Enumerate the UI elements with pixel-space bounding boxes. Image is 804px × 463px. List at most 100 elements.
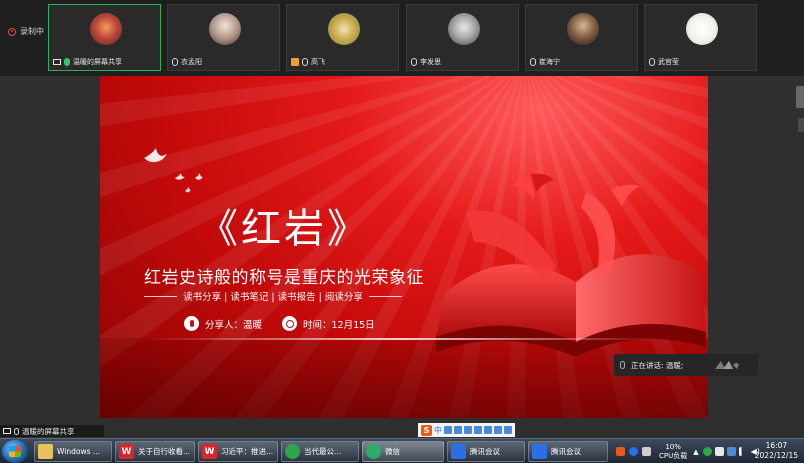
presenter-info: 分享人：温暖: [184, 316, 262, 331]
participant-tile[interactable]: 崔海宁: [525, 4, 638, 71]
slide-tags-text: 读书分享 | 读书笔记 | 读书报告 | 阅读分享: [183, 292, 363, 303]
mic-icon: [14, 427, 19, 435]
slide-tags: 读书分享 | 读书笔记 | 读书报告 | 阅读分享: [144, 289, 403, 303]
avatar: [209, 13, 241, 45]
clock-date: 2022/12/15: [754, 451, 798, 460]
mic-icon: [530, 58, 536, 66]
taskbar-item-browser[interactable]: 当代最公...: [281, 441, 359, 462]
slide-title: 《红岩》: [198, 206, 370, 252]
mic-icon: [620, 361, 625, 369]
camera-off-icon: [291, 58, 299, 66]
folder-icon: [38, 444, 53, 459]
microphone-icon: [184, 316, 199, 331]
divider: [144, 295, 178, 297]
taskbar-item-wps[interactable]: W 关于自行收看...: [115, 441, 195, 462]
speaking-indicator: 正在讲话: 温暖;: [614, 354, 758, 376]
screen-share-icon: [3, 428, 11, 434]
help-icon[interactable]: [629, 447, 638, 456]
avatar: [686, 13, 718, 45]
clock[interactable]: 16:07 2022/12/15: [755, 441, 798, 461]
sogou-tray-icon[interactable]: [616, 447, 625, 456]
signal-icon[interactable]: [738, 447, 748, 456]
screen-share-label: 温暖的屏幕共享: [22, 426, 75, 436]
mic-on-icon: [64, 58, 70, 66]
clock-icon: [282, 316, 297, 331]
app-tray-icon[interactable]: [702, 447, 712, 456]
emoji-icon[interactable]: [454, 426, 462, 434]
participant-name: 崔海宁: [539, 58, 560, 66]
chevron-left-icon[interactable]: [642, 447, 651, 456]
taskbar-item-label: 关于自行收看...: [138, 447, 191, 456]
taskbar-item-wechat[interactable]: 微信: [362, 441, 444, 462]
cpu-meter[interactable]: 10% CPU负载: [659, 443, 687, 461]
divider: [368, 295, 403, 297]
taskbar-item-explorer[interactable]: Windows ...: [34, 441, 112, 462]
mic-icon: [302, 58, 308, 66]
participant-tile[interactable]: 衣孟阳: [167, 4, 280, 71]
participant-strip: 录制中 温暖的屏幕共享 衣孟阳 高飞 李发思 崔海宁 武官莹: [0, 0, 804, 76]
recording-label: 录制中: [20, 27, 44, 36]
taskbar-item-label: 腾讯会议: [551, 447, 581, 456]
taskbar-item-label: 微信: [385, 447, 400, 456]
ime-toolbar[interactable]: S 中: [418, 423, 515, 437]
punctuation-icon[interactable]: [444, 426, 452, 434]
speaking-text: 正在讲话: 温暖;: [631, 360, 684, 370]
dove-icon: [144, 148, 167, 163]
keyboard-icon[interactable]: [474, 426, 482, 434]
ime-mode[interactable]: 中: [434, 425, 442, 436]
avatar: [328, 13, 360, 45]
grid-icon[interactable]: [504, 426, 512, 434]
speaking-wave-icon: [715, 361, 740, 369]
taskbar-item-label: 习近平：推进...: [221, 447, 274, 456]
avatar: [567, 13, 599, 45]
chevron-up-icon[interactable]: ▲: [693, 448, 698, 456]
mic-icon: [172, 58, 178, 66]
recording-indicator[interactable]: 录制中: [8, 26, 44, 37]
open-book-illustration: [436, 172, 706, 357]
dove-icon: [185, 187, 191, 193]
mic-icon: [649, 58, 655, 66]
screen-share-badge[interactable]: 温暖的屏幕共享: [0, 425, 104, 437]
side-panel-handle[interactable]: [798, 118, 804, 132]
avatar: [448, 13, 480, 45]
start-button[interactable]: [2, 440, 28, 463]
participant-tile[interactable]: 李发思: [406, 4, 519, 71]
wps-icon: W: [202, 444, 217, 459]
screen: 录制中 温暖的屏幕共享 衣孟阳 高飞 李发思 崔海宁 武官莹 《红岩》 红岩史诗…: [0, 0, 804, 463]
participant-tile[interactable]: 武官莹: [644, 4, 757, 71]
record-icon: [8, 27, 16, 36]
cpu-value: 10%: [665, 442, 681, 451]
participant-name: 李发思: [420, 58, 441, 66]
clock-time: 16:07: [765, 441, 788, 450]
participant-name: 温暖的屏幕共享: [73, 58, 122, 66]
taskbar-item-label: Windows ...: [57, 447, 101, 456]
toolbox-icon[interactable]: [494, 426, 502, 434]
participant-name: 高飞: [311, 58, 325, 66]
sogou-icon[interactable]: S: [421, 424, 432, 436]
screen-share-icon: [53, 59, 61, 65]
side-panel-toggle[interactable]: [796, 86, 804, 108]
device-icon[interactable]: [714, 447, 724, 456]
taskbar-item-tencent-meeting[interactable]: 腾讯会议: [447, 441, 525, 462]
participant-tile[interactable]: 温暖的屏幕共享: [48, 4, 161, 71]
wps-icon: W: [119, 444, 134, 459]
voice-icon[interactable]: [464, 426, 472, 434]
light-streak: [140, 338, 660, 340]
wechat-icon: [366, 444, 381, 459]
time-text: 时间：12月15日: [303, 319, 375, 331]
presenter-text: 分享人：温暖: [205, 319, 263, 331]
network-icon[interactable]: [726, 447, 736, 456]
participant-tile[interactable]: 高飞: [286, 4, 399, 71]
taskbar-item-tencent-meeting[interactable]: 腾讯会议: [528, 441, 608, 462]
avatar: [90, 13, 122, 45]
taskbar-item-label: 当代最公...: [304, 447, 342, 456]
tencent-meeting-icon: [451, 444, 466, 459]
mic-icon: [411, 58, 417, 66]
time-info: 时间：12月15日: [282, 316, 375, 331]
dove-icon: [175, 173, 185, 180]
tencent-meeting-icon: [532, 444, 547, 459]
skin-icon[interactable]: [484, 426, 492, 434]
taskbar: Windows ... W 关于自行收看... W 习近平：推进... 当代最公…: [0, 438, 804, 463]
taskbar-item-wps[interactable]: W 习近平：推进...: [198, 441, 278, 462]
dove-icon: [195, 173, 203, 180]
